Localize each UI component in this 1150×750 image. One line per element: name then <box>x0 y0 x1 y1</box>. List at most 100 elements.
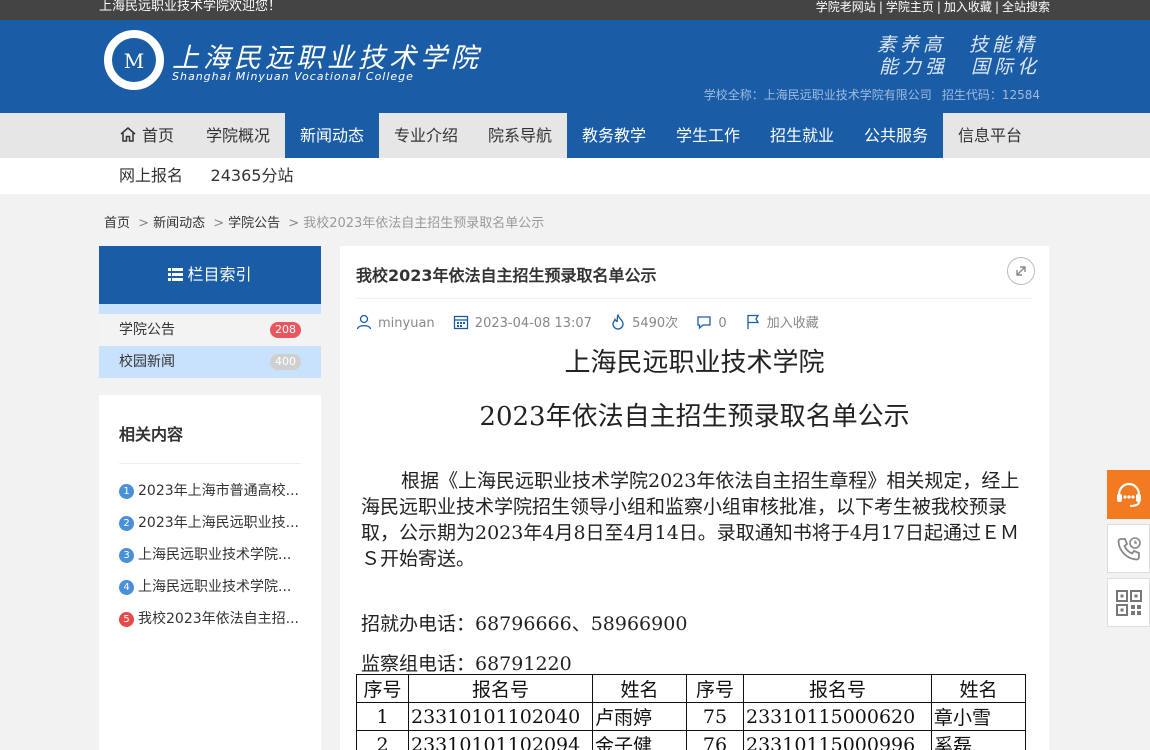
breadcrumb-current: 我校2023年依法自主招生预录取名单公示 <box>303 216 545 231</box>
table-cell: 奚磊 <box>931 730 1026 750</box>
welcome-text: 上海民远职业技术学院欢迎您！ <box>99 0 282 14</box>
title-divider <box>356 298 1033 299</box>
table-cell: 23310115000620 <box>743 702 932 731</box>
breadcrumb: 首页 > 新闻动态 > 学院公告 > 我校2023年依法自主招生预录取名单公示 <box>104 212 544 231</box>
table-row: 1 23310101102040 卢雨婷 75 23310115000620 章… <box>356 702 1026 731</box>
breadcrumb-separator: > <box>213 216 225 231</box>
count-badge: 208 <box>270 322 301 338</box>
logo-mark: M <box>123 49 145 73</box>
column-header: 报名号 <box>743 674 932 703</box>
column-index-header: 栏目索引 <box>99 246 321 304</box>
nav-24365-substation[interactable]: 24365分站 <box>198 158 306 194</box>
related-item[interactable]: 5 我校2023年依法自主招... <box>119 608 301 630</box>
nav-home-label: 首页 <box>141 126 174 145</box>
article-date: 2023-04-08 13:07 <box>474 316 592 331</box>
related-item[interactable]: 3 上海民远职业技术学院... <box>119 544 301 566</box>
motto-line-2: 能力强 国际化 <box>878 56 1040 78</box>
expand-button[interactable] <box>1007 257 1035 285</box>
top-links: 学院老网站 | 学院主页 | 加入收藏 | 全站搜索 <box>816 0 1050 14</box>
nav-online-registration[interactable]: 网上报名 <box>104 158 198 194</box>
phone-icon <box>1117 536 1141 560</box>
table-cell: 23310101102040 <box>408 702 593 731</box>
breadcrumb-announcements[interactable]: 学院公告 <box>228 216 280 231</box>
column-header: 序号 <box>356 674 409 703</box>
article-comments[interactable]: 0 <box>718 316 726 331</box>
table-cell: 75 <box>686 702 744 731</box>
related-item-text: 2023年上海市普通高校... <box>138 483 299 499</box>
related-item[interactable]: 4 上海民远职业技术学院... <box>119 576 301 598</box>
top-bar: 上海民远职业技术学院欢迎您！ 学院老网站 | 学院主页 | 加入收藏 | 全站搜索 <box>0 0 1150 20</box>
article-meta: minyuan 2023-04-08 13:07 5490次 0 加入收藏 <box>356 312 833 331</box>
comment-icon <box>697 316 711 330</box>
table-cell: 1 <box>356 702 409 731</box>
related-content: 相关内容 1 2023年上海市普通高校... 2 2023年上海民远职业技... 3… <box>99 395 321 750</box>
school-full-name: 学校全称：上海民远职业技术学院有限公司 <box>703 88 932 102</box>
related-item-text: 我校2023年依法自主招... <box>138 611 299 627</box>
nav-public-services[interactable]: 公共服务 <box>849 113 943 158</box>
sidebar-item-campus-news[interactable]: 校园新闻 400 <box>99 346 321 378</box>
sidebar-item-label: 校园新闻 <box>119 354 175 370</box>
column-header: 姓名 <box>592 674 687 703</box>
table-cell: 23310101102094 <box>408 730 593 750</box>
phone-contact-button[interactable] <box>1107 524 1150 573</box>
home-icon <box>120 114 136 142</box>
nav-news[interactable]: 新闻动态 <box>285 113 379 158</box>
nav-majors[interactable]: 专业介绍 <box>379 113 473 158</box>
nav-info-platform[interactable]: 信息平台 <box>943 113 1037 158</box>
nav-departments[interactable]: 院系导航 <box>473 113 567 158</box>
table-row: 2 23310101102094 金子健 76 23310115000996 奚… <box>356 730 1026 750</box>
table-cell: 章小雪 <box>931 702 1026 731</box>
college-logo[interactable]: M <box>104 30 164 90</box>
table-cell: 金子健 <box>592 730 687 750</box>
item-number: 5 <box>119 612 134 627</box>
item-number: 2 <box>119 516 134 531</box>
flag-icon <box>747 314 759 329</box>
breadcrumb-separator: > <box>138 216 150 231</box>
site-search-link[interactable]: 全站搜索 <box>1002 0 1050 14</box>
home-site-link[interactable]: 学院主页 <box>886 0 934 14</box>
article: 我校2023年依法自主招生预录取名单公示 minyuan 2023-04-08 … <box>340 246 1049 750</box>
header: M 上海民远职业技术学院 Shanghai Minyuan Vocational… <box>0 20 1150 113</box>
admission-list-table: 序号 报名号 姓名 序号 报名号 姓名 1 23310101102040 卢雨婷… <box>356 674 1026 750</box>
list-icon <box>168 268 184 281</box>
sidebar-item-announcements[interactable]: 学院公告 208 <box>99 314 321 346</box>
article-title: 我校2023年依法自主招生预录取名单公示 <box>356 266 657 285</box>
sidebar-divider <box>99 304 321 314</box>
nav-student-affairs[interactable]: 学生工作 <box>661 113 755 158</box>
related-item-text: 2023年上海民远职业技... <box>138 515 299 531</box>
column-header: 姓名 <box>931 674 1026 703</box>
old-site-link[interactable]: 学院老网站 <box>816 0 876 14</box>
document-subheading: 2023年依法自主招生预录取名单公示 <box>479 402 910 432</box>
nav-teaching[interactable]: 教务教学 <box>567 113 661 158</box>
link-separator: | <box>936 0 941 14</box>
related-item[interactable]: 2 2023年上海民远职业技... <box>119 512 301 534</box>
admissions-phone: 招就办电话：68796666、58966900 <box>361 613 688 635</box>
link-separator: | <box>994 0 999 14</box>
qr-code-icon <box>1115 589 1142 616</box>
count-badge: 400 <box>270 354 301 370</box>
nav-college-overview[interactable]: 学院概况 <box>192 113 284 158</box>
add-favorite-link[interactable]: 加入收藏 <box>944 0 992 14</box>
expand-icon <box>1016 266 1026 276</box>
nav-home[interactable]: 首页 <box>104 113 190 158</box>
column-header: 序号 <box>686 674 744 703</box>
article-views: 5490次 <box>632 316 679 331</box>
column-header: 报名号 <box>408 674 593 703</box>
enroll-code: 招生代码：12584 <box>941 88 1040 102</box>
article-author: minyuan <box>378 316 435 331</box>
document-heading: 上海民远职业技术学院 <box>564 348 825 378</box>
calendar-icon <box>453 315 468 330</box>
customer-service-button[interactable] <box>1107 470 1150 519</box>
table-cell: 卢雨婷 <box>592 702 687 731</box>
article-favorite[interactable]: 加入收藏 <box>767 316 819 331</box>
nav-admissions[interactable]: 招生就业 <box>755 113 849 158</box>
supervision-phone: 监察组电话：68791220 <box>361 653 572 675</box>
item-number: 1 <box>119 484 134 499</box>
related-item-text: 上海民远职业技术学院... <box>138 547 292 563</box>
document-body: 根据《上海民远职业技术学院2023年依法自主招生章程》相关规定，经上海民远职业技… <box>361 470 1020 570</box>
qr-code-button[interactable] <box>1107 578 1150 627</box>
breadcrumb-home[interactable]: 首页 <box>104 216 130 231</box>
breadcrumb-news[interactable]: 新闻动态 <box>153 216 205 231</box>
related-item[interactable]: 1 2023年上海市普通高校... <box>119 480 301 502</box>
main-nav: 首页 学院概况 新闻动态 专业介绍 院系导航 教务教学 学生工作 招生就业 公共… <box>0 113 1150 158</box>
